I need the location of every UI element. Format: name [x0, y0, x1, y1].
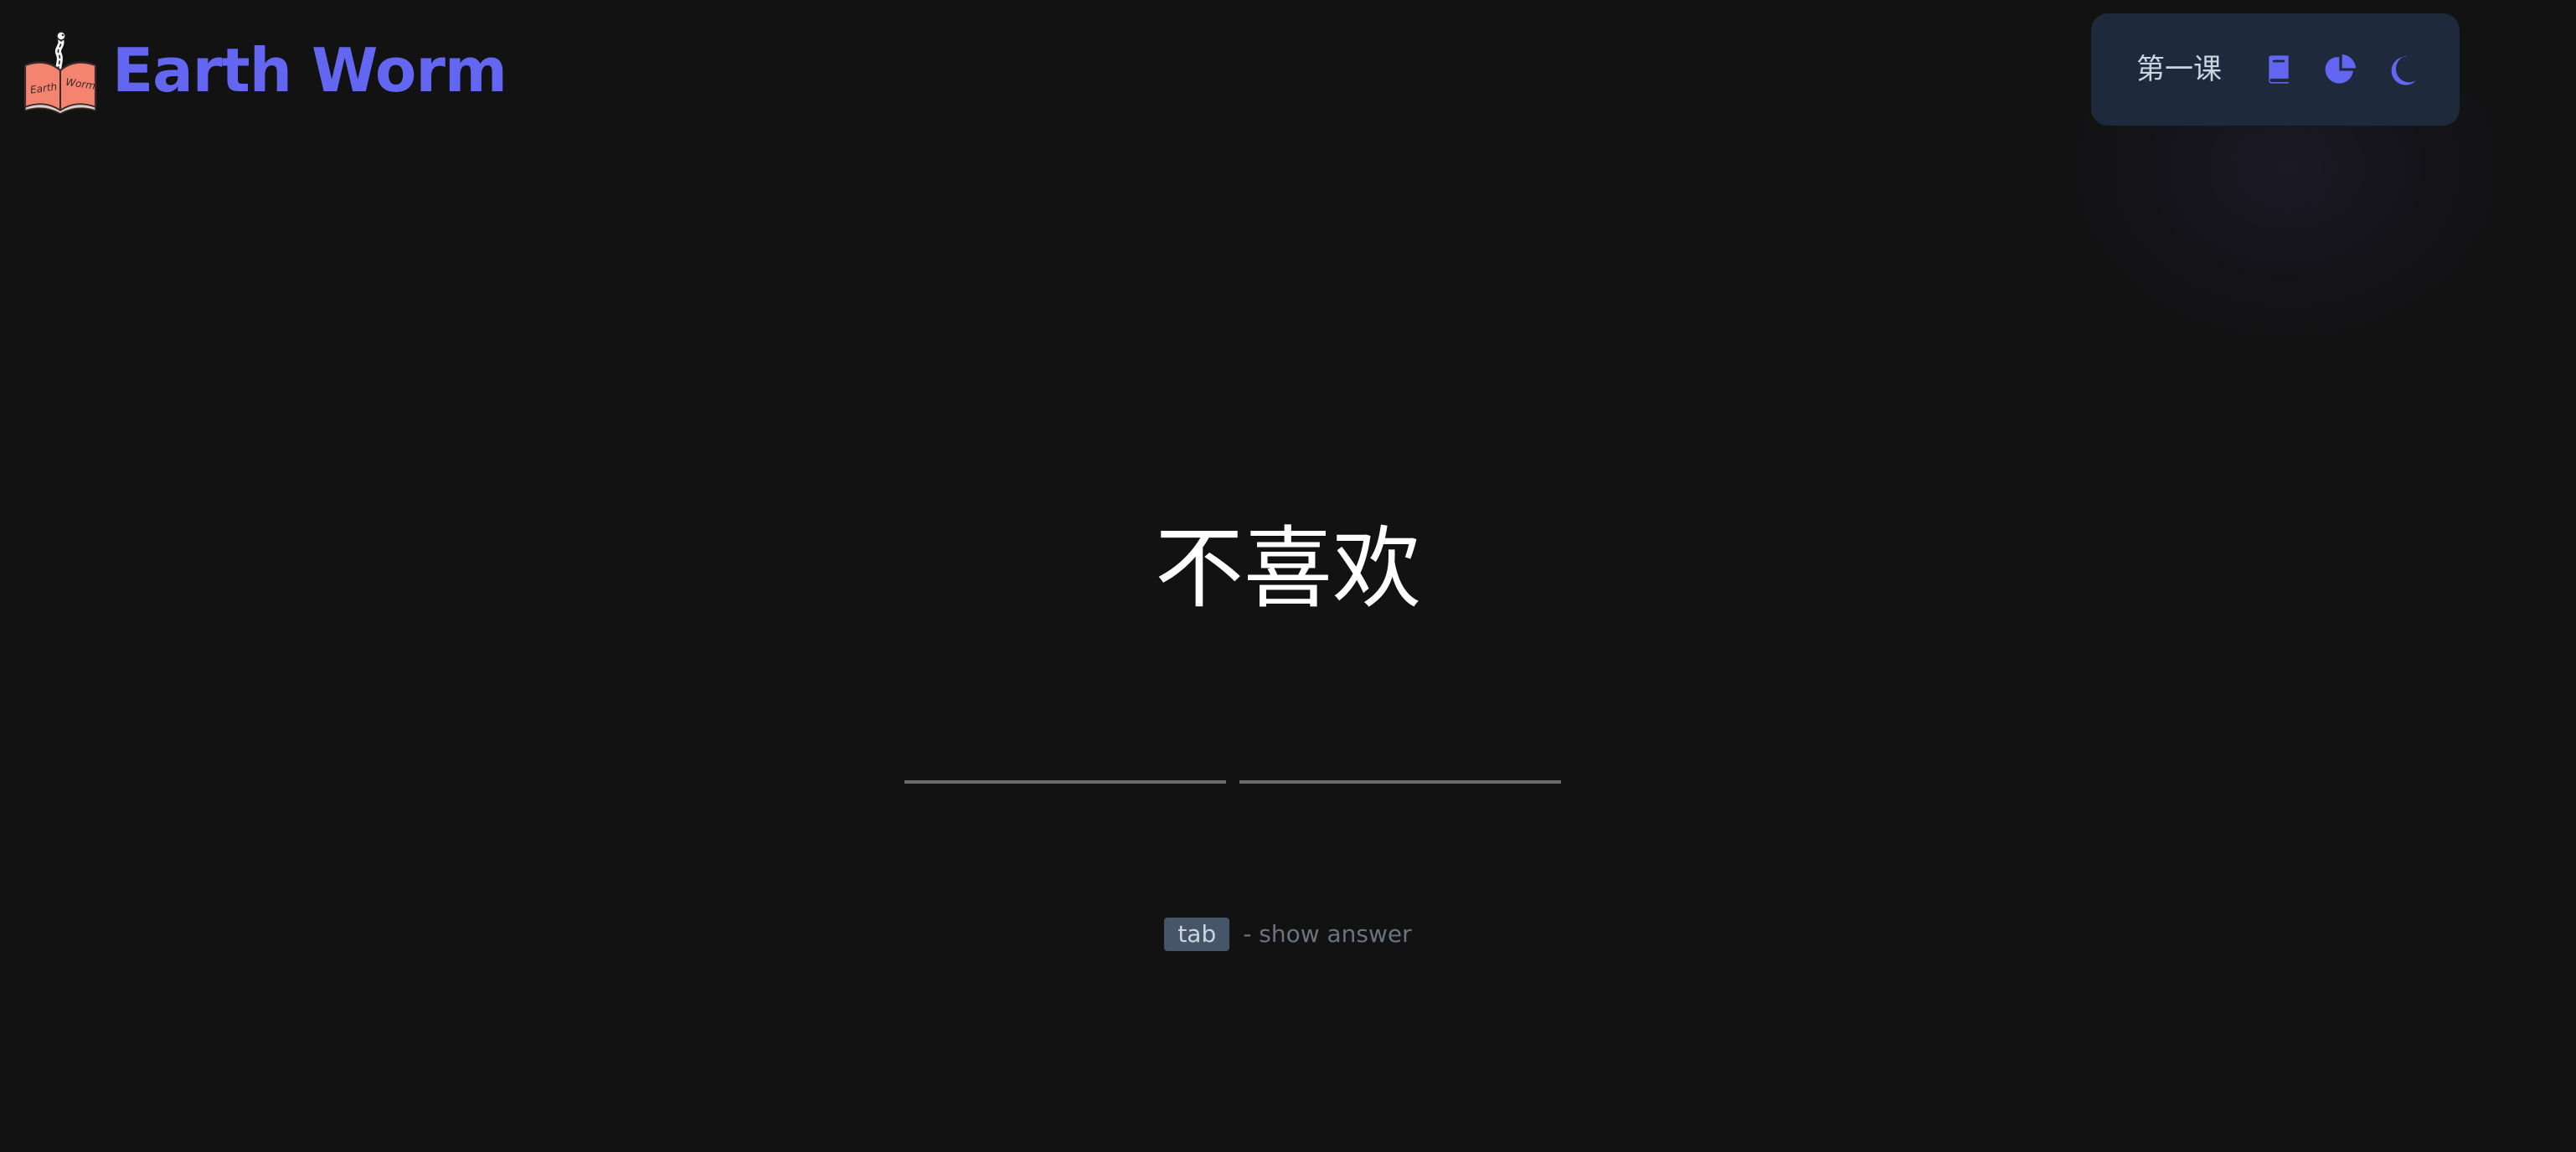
progress-button[interactable]: [2324, 53, 2357, 86]
app-root: Earth Worm Earth Worm 第一课 不喜欢 tab - show…: [0, 0, 2576, 1152]
show-answer-hint: tab - show answer: [0, 918, 2576, 951]
answer-input-row: [904, 728, 1561, 784]
lesson-name[interactable]: 第一课: [2136, 55, 2222, 84]
question-text: 不喜欢: [1155, 517, 1421, 620]
panel-glow: [2069, 92, 2504, 343]
moon-icon: [2391, 55, 2417, 85]
show-answer-text: - show answer: [1243, 920, 1412, 948]
book-button[interactable]: [2262, 53, 2295, 86]
book-icon: [2269, 55, 2289, 84]
app-title: Earth Worm: [112, 35, 507, 105]
header-icon-group: [2262, 53, 2419, 86]
tab-key-badge: tab: [1164, 918, 1230, 951]
app-logo[interactable]: Earth Worm Earth Worm: [20, 27, 507, 114]
word-input-1[interactable]: [904, 728, 1226, 784]
header-panel: 第一课: [2091, 13, 2460, 126]
pie-chart-icon: [2325, 54, 2357, 84]
word-input-2[interactable]: [1239, 728, 1561, 784]
theme-toggle-button[interactable]: [2386, 53, 2419, 86]
earthworm-book-logo: Earth Worm: [23, 31, 97, 114]
